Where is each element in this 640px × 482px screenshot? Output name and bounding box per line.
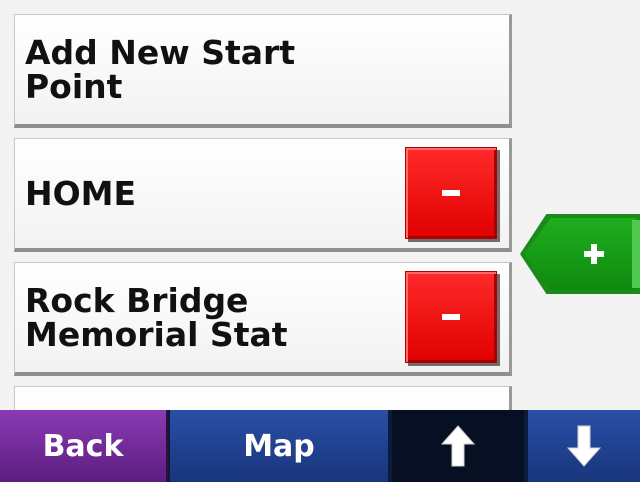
- list-item-partial[interactable]: [14, 386, 512, 410]
- back-button-label: Back: [42, 428, 124, 464]
- minus-icon: [442, 190, 460, 196]
- add-button[interactable]: [520, 214, 640, 294]
- arrow-up-icon: [440, 425, 476, 467]
- list-item-rock-bridge[interactable]: Rock Bridge Memorial Stat: [14, 262, 512, 376]
- scroll-up-button[interactable]: [392, 410, 524, 482]
- list-item-home[interactable]: HOME: [14, 138, 512, 252]
- list-item-label: HOME: [25, 173, 137, 213]
- map-button[interactable]: Map: [170, 410, 388, 482]
- list-item-label: Rock Bridge Memorial Stat: [25, 280, 288, 354]
- map-button-label: Map: [243, 428, 315, 464]
- minus-icon: [442, 314, 460, 320]
- remove-button[interactable]: [405, 271, 497, 363]
- bottom-toolbar: Back Map: [0, 410, 640, 482]
- arrow-down-icon: [566, 425, 602, 467]
- list-item-add-start-point[interactable]: Add New Start Point: [14, 14, 512, 128]
- waypoint-list: Add New Start Point HOME Rock Bridge Mem…: [0, 0, 520, 410]
- scroll-down-button[interactable]: [528, 410, 640, 482]
- plus-icon: [591, 244, 597, 264]
- back-button[interactable]: Back: [0, 410, 168, 482]
- list-item-label: Add New Start Point: [25, 32, 296, 106]
- remove-button[interactable]: [405, 147, 497, 239]
